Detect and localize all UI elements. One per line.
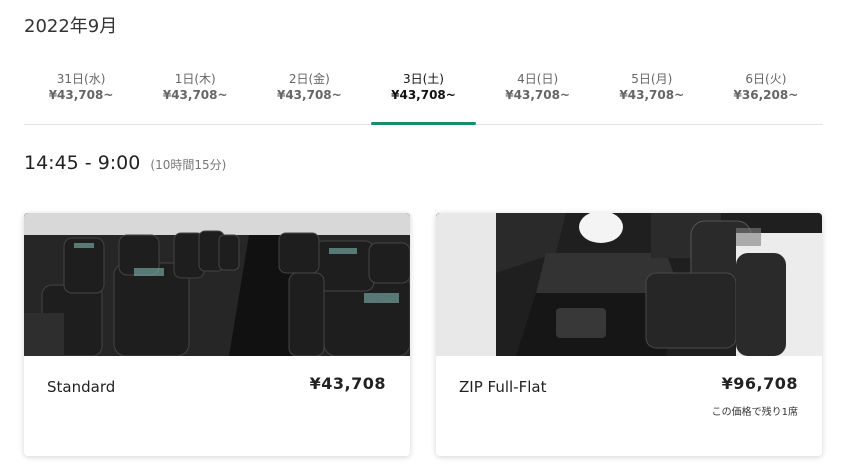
date-tab-price: ¥36,208~ — [733, 88, 799, 102]
date-tab-price: ¥43,708~ — [619, 88, 685, 102]
fare-price: ¥43,708 — [309, 374, 386, 393]
month-title: 2022年9月 — [24, 16, 118, 37]
date-tab-price: ¥43,708~ — [391, 88, 456, 102]
date-tab-date: 5日(月) — [631, 72, 673, 86]
fare-name: ZIP Full-Flat — [459, 378, 547, 396]
date-tab-5[interactable]: 5日(月) ¥43,708~ — [595, 62, 709, 124]
standard-seat-photo — [24, 213, 410, 356]
remaining-seats-note: この価格で残り1席 — [711, 407, 798, 418]
date-tabs: 31日(水) ¥43,708~ 1日(木) ¥43,708~ 2日(金) ¥43… — [24, 62, 823, 125]
full-flat-seat-photo — [436, 213, 822, 356]
fare-card-zip-full-flat[interactable]: ZIP Full-Flat ¥96,708 この価格で残り1席 — [436, 213, 822, 456]
date-tab-price: ¥43,708~ — [505, 88, 570, 102]
date-tab-1[interactable]: 1日(木) ¥43,708~ — [138, 62, 252, 124]
date-tab-price: ¥43,708~ — [162, 88, 228, 102]
date-tab-31[interactable]: 31日(水) ¥43,708~ — [24, 62, 138, 124]
date-tab-price: ¥43,708~ — [276, 88, 342, 102]
date-tab-date: 3日(土) — [402, 72, 444, 86]
date-tab-date: 4日(日) — [517, 72, 559, 86]
date-tab-date: 1日(木) — [174, 72, 216, 86]
fare-price: ¥96,708 — [721, 374, 798, 393]
date-tab-4[interactable]: 4日(日) ¥43,708~ — [481, 62, 595, 124]
flight-time-range: 14:45 - 9:00 — [24, 152, 141, 174]
date-tab-6[interactable]: 6日(火) ¥36,208~ — [709, 62, 823, 124]
date-tab-price: ¥43,708~ — [48, 88, 114, 102]
fare-card-standard[interactable]: Standard ¥43,708 — [24, 213, 410, 456]
flight-time: 14:45 - 9:00 (10時間15分) — [24, 152, 226, 174]
date-tab-2[interactable]: 2日(金) ¥43,708~ — [252, 62, 366, 124]
date-tab-date: 6日(火) — [745, 72, 787, 86]
date-tab-date: 2日(金) — [288, 72, 330, 86]
flight-duration: (10時間15分) — [150, 158, 227, 172]
date-tab-3-selected[interactable]: 3日(土) ¥43,708~ — [366, 62, 480, 125]
date-tab-date: 31日(水) — [56, 72, 106, 86]
fare-name: Standard — [47, 378, 116, 396]
